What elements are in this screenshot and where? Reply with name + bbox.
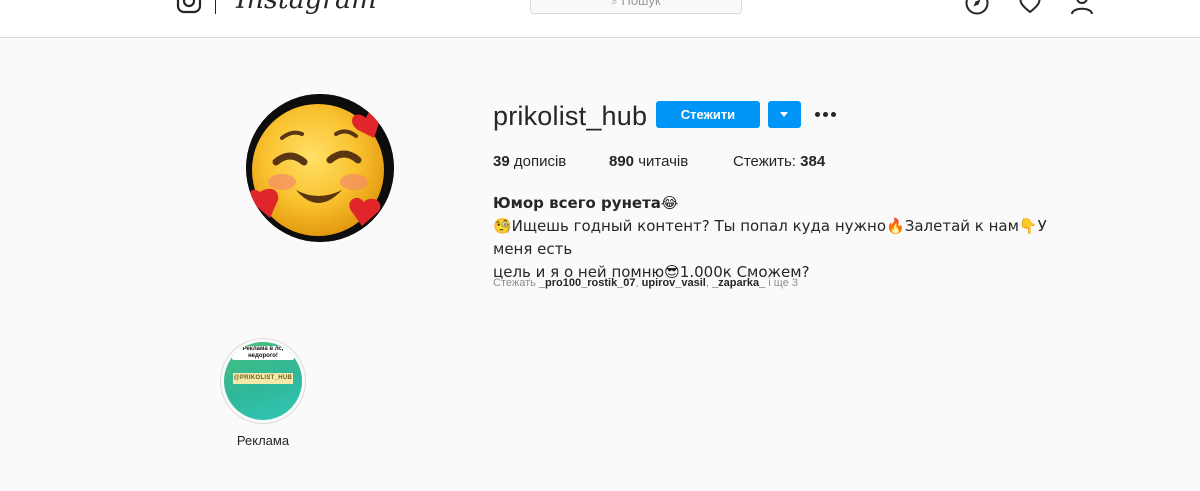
followed-by-suffix[interactable]: і ще 3 (768, 277, 798, 289)
search-input[interactable]: ⌕ Пошук (530, 0, 742, 14)
explore-compass-icon[interactable] (964, 0, 990, 16)
top-nav-bar: Instagram ⌕Пошук (0, 0, 1200, 38)
followed-by-prefix: Стежать (493, 277, 536, 289)
profile-username: prikolist_hub (493, 101, 648, 131)
bio-line: 🧐Ищешь годный контент? Ты попал куда нуж… (493, 217, 1047, 258)
followed-by-account[interactable]: upirov_vasil (642, 277, 706, 289)
bio-text: 🧐Ищешь годный контент? Ты попал куда нуж… (493, 215, 1083, 284)
story-highlight-label[interactable]: Реклама (220, 433, 306, 449)
followers-count[interactable]: 890 читачів (609, 153, 688, 171)
posts-count: 39 дописів (493, 153, 566, 171)
followed-by-account[interactable]: _zaparka_ (712, 277, 765, 289)
following-count-label: Стежить: (733, 153, 796, 170)
highlight-cover-note: Реклама в лс, недорого! (232, 346, 294, 360)
story-highlight-cover[interactable]: Реклама в лс, недорого! @PRIKOLIST_HUB (224, 342, 302, 420)
profile-icon[interactable] (1069, 0, 1095, 16)
profile-avatar[interactable] (246, 94, 394, 242)
followers-count-value: 890 (609, 153, 635, 170)
follow-button[interactable]: Стежити (656, 101, 760, 128)
bio-name: Юмор всего рунета😂 (493, 194, 679, 212)
followed-by-account[interactable]: _pro100_rostik_07 (539, 277, 636, 289)
nav-divider (215, 0, 216, 14)
instagram-glyph-icon[interactable] (176, 0, 202, 14)
search-icon: ⌕ (611, 0, 618, 8)
highlight-cover-tag: @PRIKOLIST_HUB (233, 373, 293, 384)
chevron-down-icon (780, 112, 788, 117)
followed-by[interactable]: Стежать _pro100_rostik_07, upirov_vasil,… (493, 276, 798, 290)
follow-options-button[interactable] (768, 101, 801, 128)
search-placeholder: Пошук (621, 0, 661, 8)
smiling-face-with-hearts-icon (246, 94, 394, 242)
heart-icon[interactable] (1017, 0, 1043, 16)
following-count[interactable]: Стежить: 384 (733, 153, 825, 171)
posts-count-value: 39 (493, 153, 510, 170)
followers-count-label: читачів (638, 153, 689, 170)
posts-count-label: дописів (513, 153, 567, 170)
more-options-icon[interactable] (813, 104, 839, 124)
instagram-wordmark[interactable]: Instagram (236, 0, 377, 14)
following-count-value: 384 (800, 153, 826, 170)
